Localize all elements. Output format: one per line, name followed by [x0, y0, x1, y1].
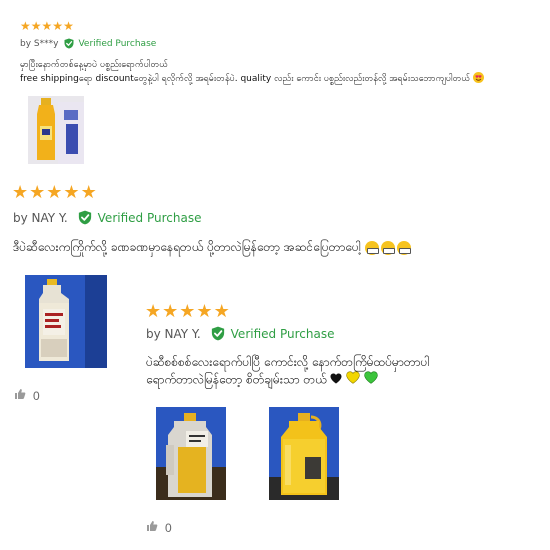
- star-icon: ★: [30, 19, 42, 33]
- star-icon: ★: [162, 301, 180, 322]
- like-button[interactable]: 0: [146, 520, 172, 535]
- review-byline: by NAY Y. Verified Purchase: [146, 326, 334, 341]
- review-text-line: ပဲဆီစစ်စစ်လေးရောက်ပါပြီ ကောင်းလို့ နောက်…: [146, 355, 430, 369]
- star-icon: ★: [145, 301, 163, 322]
- review-text: မှာပြီးနောက်တစ်နေ့မှာပဲ ပစ္စည်းရောက်ပါတယ…: [20, 58, 484, 86]
- verified-shield-icon: [211, 326, 225, 341]
- star-icon: ★: [46, 182, 64, 203]
- review-photo-oil-bag[interactable]: [25, 275, 107, 368]
- review-text: ဒီပဲဆီလေးကကြိုက်လို့ ခဏခဏမှာနေရတယ် ပို့တ…: [13, 238, 411, 256]
- green-heart-icon: [364, 371, 378, 389]
- reviewer-name: by NAY Y.: [13, 210, 68, 225]
- thumbs-up-icon: [146, 520, 158, 535]
- review-photo-oil-bottle[interactable]: [28, 96, 84, 164]
- star-icon: ★: [80, 182, 98, 203]
- like-button[interactable]: 0: [14, 388, 40, 403]
- star-icon: ★: [63, 182, 81, 203]
- review-photo-oil-bottle-unwrapped[interactable]: [269, 407, 339, 500]
- star-icon: ★: [179, 301, 197, 322]
- review-byline: by NAY Y. Verified Purchase: [13, 210, 201, 225]
- oil-bag-photo-icon: [25, 275, 107, 368]
- grimacing-emoji-icon: [364, 240, 411, 255]
- yellow-oil-bottle-photo-icon: [269, 407, 339, 500]
- review-text-line: ဒီပဲဆီလေးကကြိုက်လို့ ခဏခဏမှာနေရတယ် ပို့တ…: [13, 240, 361, 254]
- reviewer-name: by S***y: [20, 38, 59, 49]
- star-icon: ★: [52, 19, 64, 33]
- verified-shield-icon: [78, 210, 92, 225]
- like-count: 0: [165, 520, 172, 535]
- rating-stars: ★ ★ ★ ★ ★: [145, 303, 231, 321]
- wrapped-bottle-photo-icon: [156, 407, 226, 500]
- rating-stars: ★ ★ ★ ★ ★: [12, 184, 98, 202]
- star-icon: ★: [41, 19, 53, 33]
- star-icon: ★: [20, 19, 31, 33]
- review-text-line: free shippingရော discountတွေနဲ့ပါ ရလိုက်…: [20, 72, 484, 86]
- review-text: ပဲဆီစစ်စစ်လေးရောက်ပါပြီ ကောင်းလို့ နောက်…: [146, 354, 429, 389]
- reviewer-name: by NAY Y.: [146, 326, 201, 341]
- star-icon: ★: [12, 182, 30, 203]
- star-icon: ★: [29, 182, 47, 203]
- thumbs-up-icon: [14, 388, 26, 403]
- yellow-heart-icon: [346, 371, 361, 389]
- like-count: 0: [33, 388, 40, 403]
- star-icon: ★: [196, 301, 214, 322]
- verified-purchase-label: Verified Purchase: [230, 326, 335, 341]
- rating-stars: ★ ★ ★ ★ ★: [20, 20, 74, 32]
- heart-eyes-emoji-icon: [473, 72, 484, 83]
- review-byline: by S***y Verified Purchase: [20, 38, 156, 49]
- star-icon: ★: [213, 301, 231, 322]
- verified-shield-icon: [64, 38, 74, 49]
- black-heart-icon: [330, 372, 342, 389]
- verified-purchase-label: Verified Purchase: [97, 210, 202, 225]
- review-photo-oil-bottle-wrapped[interactable]: [156, 407, 226, 500]
- review-text-line: မှာပြီးနောက်တစ်နေ့မှာပဲ ပစ္စည်းရောက်ပါတယ…: [20, 60, 168, 70]
- verified-purchase-label: Verified Purchase: [78, 38, 157, 49]
- review-text-line: ရောက်တာလဲမြန်တော့ စိတ်ချမ်းသာ တယ်: [146, 371, 429, 389]
- oil-bottle-photo-icon: [28, 96, 84, 164]
- star-icon: ★: [63, 19, 74, 33]
